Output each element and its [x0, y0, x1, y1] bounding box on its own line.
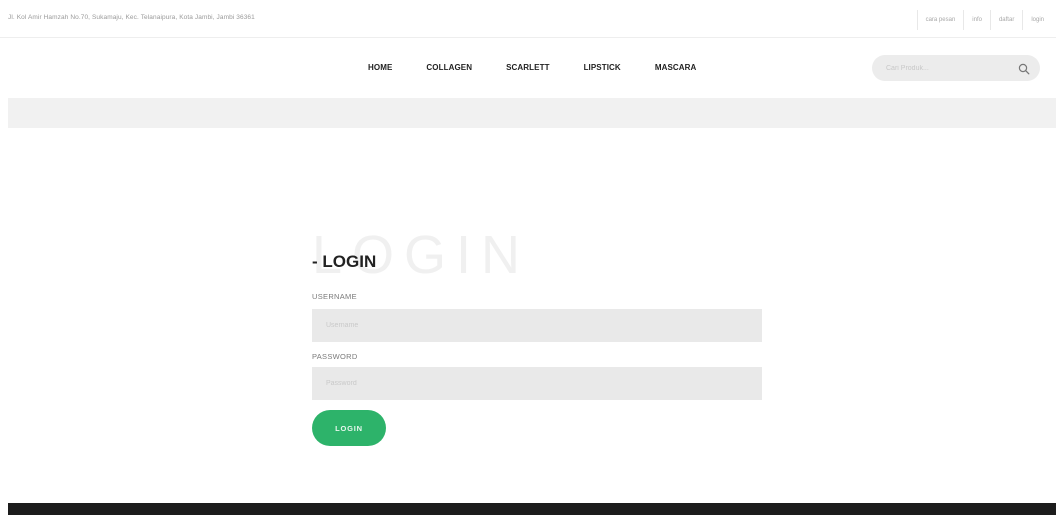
top-bar: Jl. Kol Amir Hamzah No.70, Sukamaju, Kec…: [0, 0, 1056, 38]
search-input[interactable]: [872, 55, 1012, 81]
top-link-cara-pesan[interactable]: cara pesan: [916, 10, 964, 30]
top-link-daftar[interactable]: daftar: [989, 10, 1022, 30]
password-label: PASSWORD: [312, 352, 358, 361]
store-address: Jl. Kol Amir Hamzah No.70, Sukamaju, Kec…: [8, 14, 255, 21]
nav-item-scarlett[interactable]: SCARLETT: [506, 63, 549, 72]
nav-item-home[interactable]: HOME: [368, 63, 392, 72]
page: Jl. Kol Amir Hamzah No.70, Sukamaju, Kec…: [0, 0, 1056, 515]
search-icon[interactable]: [1018, 62, 1030, 75]
top-links: cara pesan info daftar login: [916, 10, 1052, 30]
nav-item-collagen[interactable]: COLLAGEN: [426, 63, 472, 72]
login-button[interactable]: LOGIN: [312, 410, 386, 446]
top-link-info[interactable]: info: [963, 10, 990, 30]
nav-item-lipstick[interactable]: LIPSTICK: [584, 63, 621, 72]
login-heading: - LOGIN: [312, 252, 377, 271]
username-label: USERNAME: [312, 292, 357, 301]
password-field[interactable]: [312, 367, 762, 400]
footer: [8, 503, 1056, 515]
username-field[interactable]: [312, 309, 762, 342]
top-link-login[interactable]: login: [1022, 10, 1052, 30]
main-nav: HOME COLLAGEN SCARLETT LIPSTICK MASCARA: [0, 38, 1056, 98]
nav-item-mascara[interactable]: MASCARA: [655, 63, 697, 72]
nav-menu: HOME COLLAGEN SCARLETT LIPSTICK MASCARA: [368, 63, 730, 72]
breadcrumb-bar: [8, 98, 1056, 128]
search-box: [872, 55, 1040, 81]
